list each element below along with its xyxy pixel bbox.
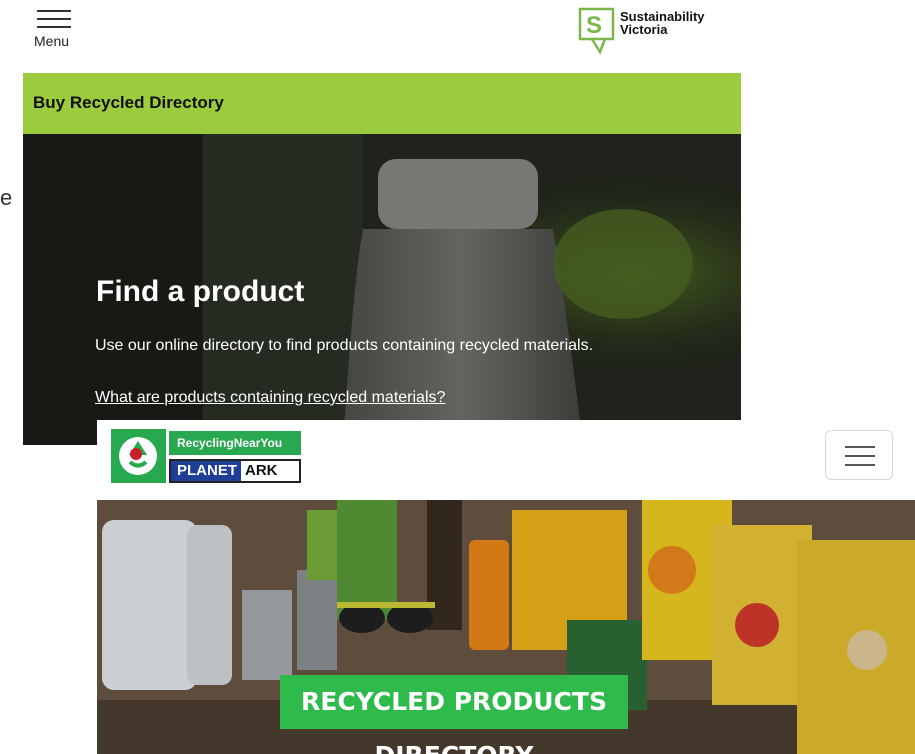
products-banner: RECYCLED PRODUCTS DIRECTORY <box>97 500 915 754</box>
planet-ark-wordmark: PLANET ARK <box>169 459 301 483</box>
recycled-materials-link[interactable]: What are products containing recycled ma… <box>95 389 445 407</box>
navbar-toggle-button[interactable] <box>825 430 893 480</box>
logo-line-2: Victoria <box>620 22 668 37</box>
recyclingnearyou-wordmark: RecyclingNearYou <box>169 431 301 455</box>
hamburger-icon <box>37 10 71 34</box>
hero-section: Find a product Use our online directory … <box>23 134 741 445</box>
band-title: Buy Recycled Directory <box>33 93 224 112</box>
svg-text:S: S <box>586 12 602 39</box>
ark-text: ARK <box>245 462 278 479</box>
hamburger-icon-line <box>845 455 875 457</box>
hero-subtitle: Use our online directory to find product… <box>95 337 594 354</box>
hamburger-icon-line <box>845 464 875 466</box>
logo-wordmark: Sustainability Victoria <box>620 10 705 36</box>
menu-label: Menu <box>34 33 70 49</box>
recycle-bird-logo-icon <box>111 429 166 483</box>
hero-title: Find a product <box>96 275 305 308</box>
hamburger-icon-line <box>845 446 875 448</box>
directory-band: Buy Recycled Directory <box>23 73 741 134</box>
speech-bubble-s-logo-icon: S <box>578 7 615 55</box>
sustainability-victoria-logo[interactable]: S Sustainability Victoria <box>578 6 728 56</box>
menu-button[interactable]: Menu <box>33 6 81 50</box>
planet-ark-logo[interactable]: RecyclingNearYou PLANET ARK <box>111 429 301 483</box>
planet-ark-header: RecyclingNearYou PLANET ARK <box>97 420 915 500</box>
banner-title: RECYCLED PRODUCTS DIRECTORY <box>280 675 628 754</box>
planet-text: PLANET <box>171 461 241 481</box>
clipped-text: e <box>0 185 13 210</box>
